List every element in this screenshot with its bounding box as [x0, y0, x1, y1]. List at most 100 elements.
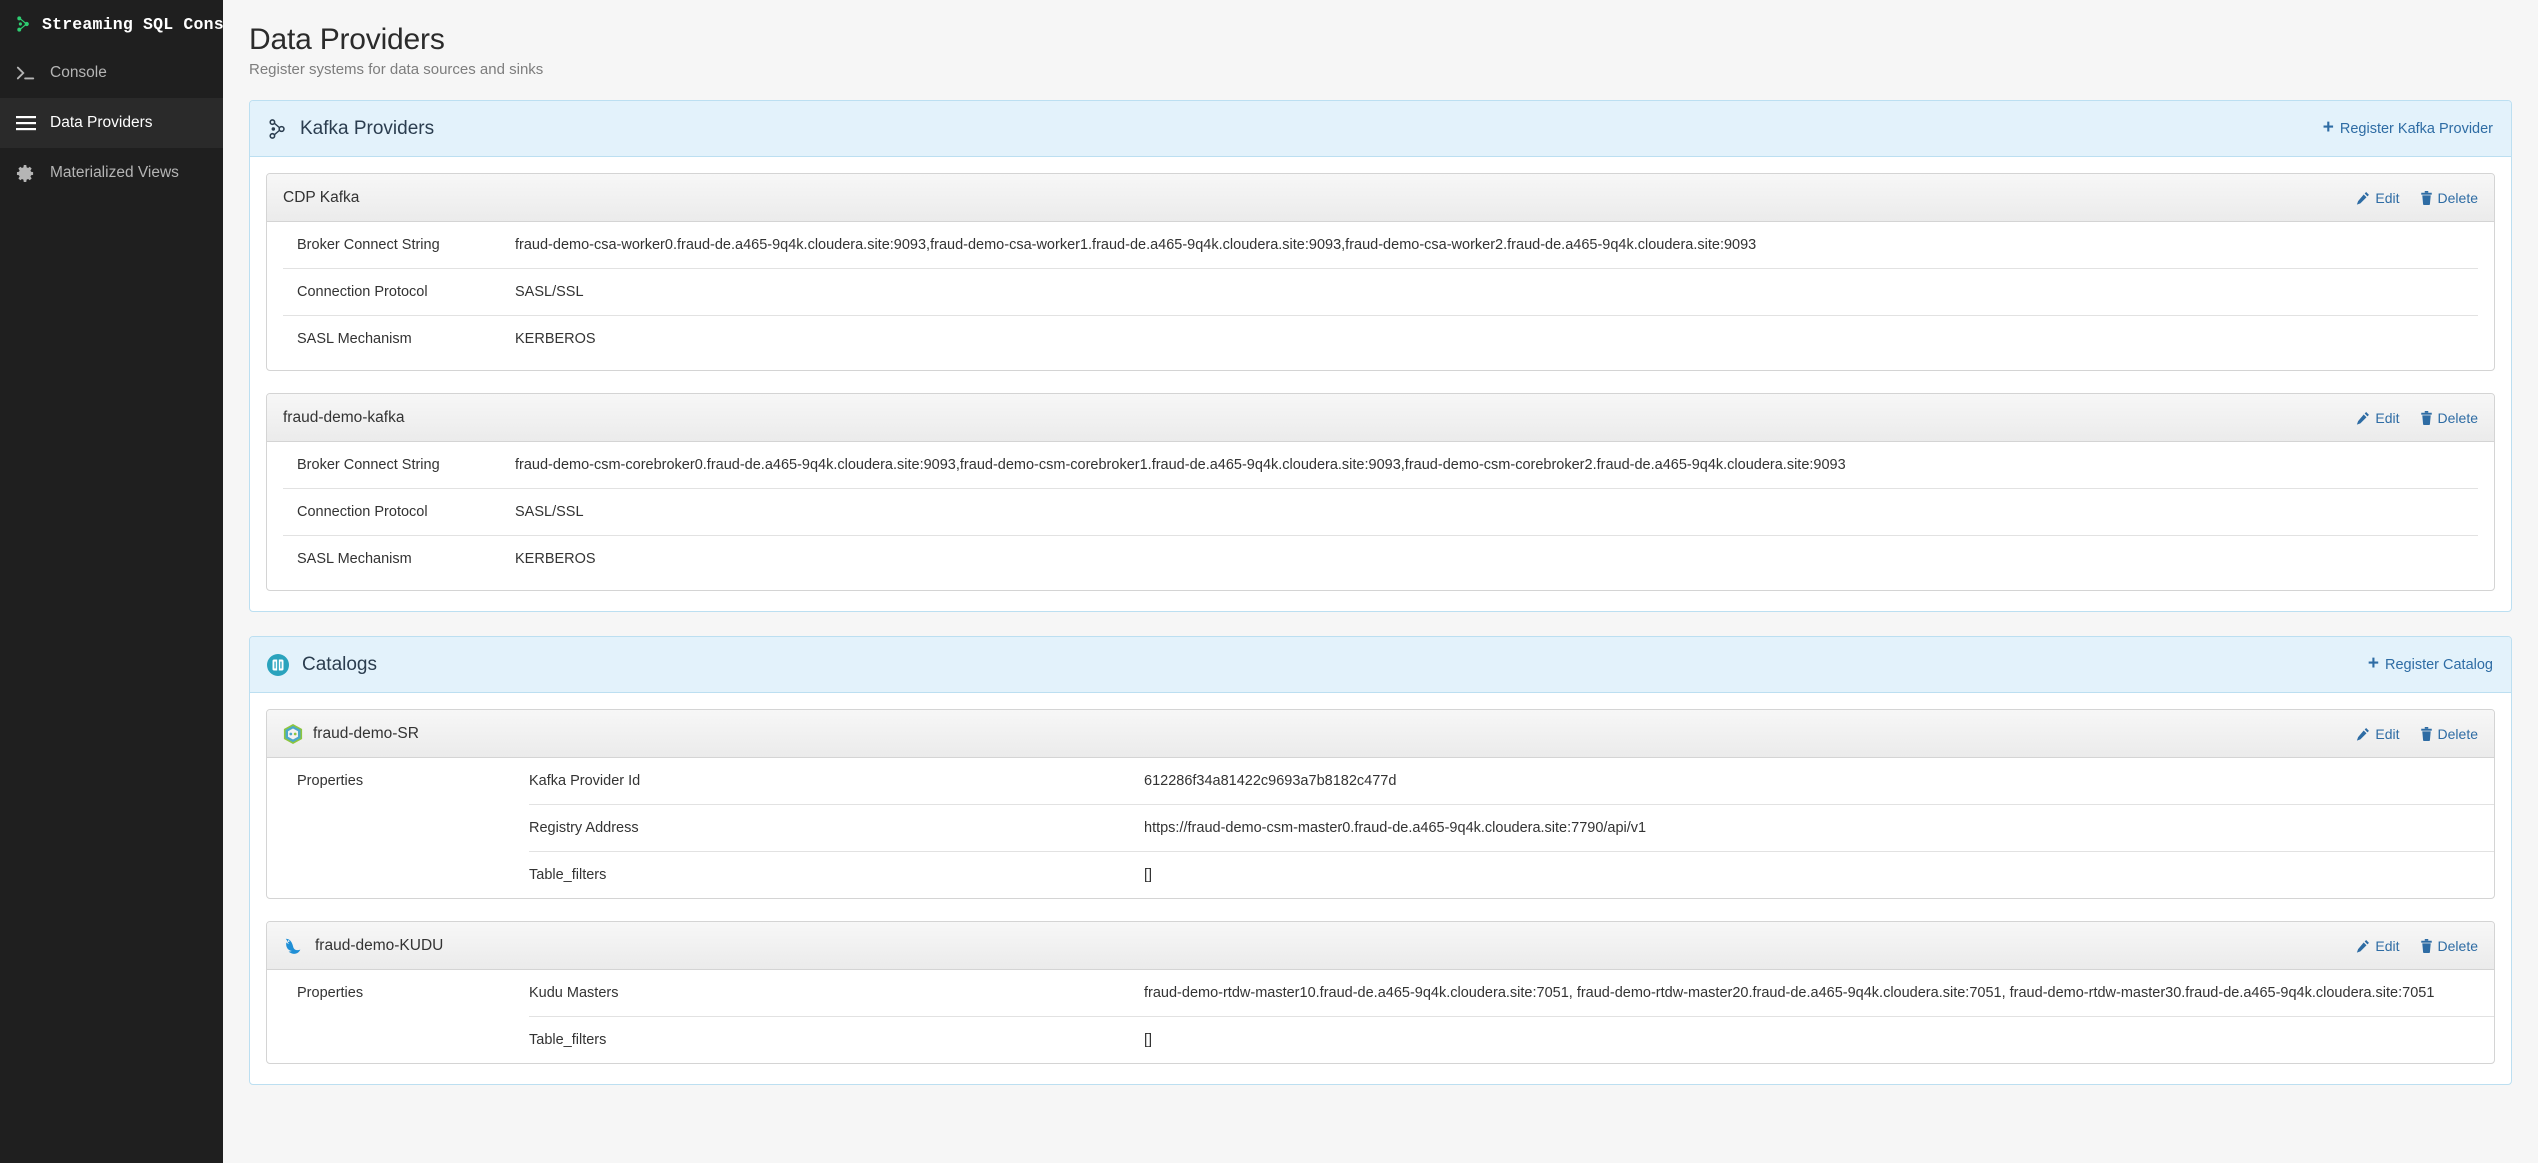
sidebar-item-label: Console: [50, 64, 107, 82]
property-value: fraud-demo-csa-worker0.fraud-de.a465-9q4…: [515, 222, 2478, 269]
property-key: Kafka Provider Id: [529, 758, 1144, 805]
table-row: Table_filters []: [529, 852, 2494, 899]
edit-button[interactable]: Edit: [2356, 938, 2399, 954]
property-key: Registry Address: [529, 805, 1144, 852]
catalog-book-icon: [266, 653, 290, 677]
property-key: SASL Mechanism: [283, 316, 515, 363]
card-title-wrap: fraud-demo-KUDU: [283, 936, 443, 956]
section-title: Kafka Providers: [300, 118, 434, 140]
card-actions: Edit Delete: [2356, 938, 2478, 954]
property-value: SASL/SSL: [515, 489, 2478, 536]
gear-icon: [16, 164, 38, 183]
page-title: Data Providers: [249, 23, 2512, 57]
trash-icon: [2420, 191, 2433, 205]
property-key: Broker Connect String: [283, 442, 515, 489]
trash-icon: [2420, 411, 2433, 425]
card-title: fraud-demo-kafka: [283, 409, 404, 427]
delete-button[interactable]: Delete: [2420, 410, 2478, 426]
card-actions: Edit Delete: [2356, 190, 2478, 206]
property-key: Kudu Masters: [529, 970, 1144, 1017]
edit-button[interactable]: Edit: [2356, 190, 2399, 206]
section-title: Catalogs: [302, 654, 377, 676]
card-header: CDP Kafka Edit: [267, 174, 2494, 222]
provider-card: CDP Kafka Edit: [266, 173, 2495, 371]
catalog-card: fraud-demo-SR Edit: [266, 709, 2495, 899]
trash-icon: [2420, 727, 2433, 741]
delete-button[interactable]: Delete: [2420, 938, 2478, 954]
card-title-wrap: fraud-demo-SR: [283, 723, 419, 745]
plus-icon: +: [2323, 118, 2334, 137]
edit-label: Edit: [2375, 726, 2399, 742]
sidebar-item-materialized-views[interactable]: Materialized Views: [0, 148, 223, 198]
property-key: Table_filters: [529, 1017, 1144, 1064]
table-row: Broker Connect String fraud-demo-csm-cor…: [283, 442, 2478, 489]
main-content: Data Providers Register systems for data…: [223, 0, 2538, 1163]
property-value: []: [1144, 1017, 2494, 1064]
brand[interactable]: Streaming SQL Console: [0, 0, 223, 48]
property-value: https://fraud-demo-csm-master0.fraud-de.…: [1144, 805, 2494, 852]
trash-icon: [2420, 939, 2433, 953]
delete-label: Delete: [2438, 726, 2478, 742]
card-body: Broker Connect String fraud-demo-csm-cor…: [267, 442, 2494, 590]
kafka-logo-icon: [14, 15, 32, 33]
pencil-icon: [2356, 939, 2370, 953]
sidebar: Streaming SQL Console Console Data Provi…: [0, 0, 223, 1163]
register-kafka-provider-label: Register Kafka Provider: [2340, 121, 2493, 137]
card-header: fraud-demo-kafka Edit: [267, 394, 2494, 442]
register-catalog-label: Register Catalog: [2385, 657, 2493, 673]
edit-button[interactable]: Edit: [2356, 726, 2399, 742]
register-kafka-provider-button[interactable]: + Register Kafka Provider: [2323, 119, 2493, 138]
edit-label: Edit: [2375, 938, 2399, 954]
properties-table: Broker Connect String fraud-demo-csm-cor…: [283, 442, 2478, 582]
properties-table: Kudu Masters fraud-demo-rtdw-master10.fr…: [529, 970, 2494, 1063]
card-actions: Edit Delete: [2356, 410, 2478, 426]
properties-group-label: Properties: [283, 970, 529, 1063]
pencil-icon: [2356, 727, 2370, 741]
property-key: Connection Protocol: [283, 269, 515, 316]
card-actions: Edit Delete: [2356, 726, 2478, 742]
card-body: Broker Connect String fraud-demo-csa-wor…: [267, 222, 2494, 370]
edit-label: Edit: [2375, 410, 2399, 426]
edit-label: Edit: [2375, 190, 2399, 206]
page-subtitle: Register systems for data sources and si…: [249, 61, 2512, 78]
kafka-logo-icon: [266, 118, 288, 140]
card-header: fraud-demo-KUDU Edit: [267, 922, 2494, 970]
property-key: Broker Connect String: [283, 222, 515, 269]
edit-button[interactable]: Edit: [2356, 410, 2399, 426]
delete-button[interactable]: Delete: [2420, 190, 2478, 206]
delete-label: Delete: [2438, 410, 2478, 426]
terminal-prompt-icon: [16, 65, 38, 81]
delete-button[interactable]: Delete: [2420, 726, 2478, 742]
table-row: Kafka Provider Id 612286f34a81422c9693a7…: [529, 758, 2494, 805]
property-value: KERBEROS: [515, 316, 2478, 363]
table-row: SASL Mechanism KERBEROS: [283, 316, 2478, 363]
table-row: Registry Address https://fraud-demo-csm-…: [529, 805, 2494, 852]
table-row: SASL Mechanism KERBEROS: [283, 536, 2478, 583]
section-header: Catalogs + Register Catalog: [250, 637, 2511, 693]
delete-label: Delete: [2438, 190, 2478, 206]
property-value: fraud-demo-csm-corebroker0.fraud-de.a465…: [515, 442, 2478, 489]
sidebar-item-label: Data Providers: [50, 114, 153, 132]
sidebar-item-console[interactable]: Console: [0, 48, 223, 98]
card-body: Properties Kudu Masters fraud-demo-rtdw-…: [267, 970, 2494, 1063]
register-catalog-button[interactable]: + Register Catalog: [2368, 655, 2493, 674]
section-header: Kafka Providers + Register Kafka Provide…: [250, 101, 2511, 157]
card-title: fraud-demo-KUDU: [315, 937, 443, 955]
table-row: Broker Connect String fraud-demo-csa-wor…: [283, 222, 2478, 269]
table-row: Connection Protocol SASL/SSL: [283, 269, 2478, 316]
sidebar-item-data-providers[interactable]: Data Providers: [0, 98, 223, 148]
table-row: Connection Protocol SASL/SSL: [283, 489, 2478, 536]
section-body: CDP Kafka Edit: [250, 157, 2511, 611]
hamburger-list-icon: [16, 115, 38, 131]
properties-table: Kafka Provider Id 612286f34a81422c9693a7…: [529, 758, 2494, 898]
section-catalogs: Catalogs + Register Catalog: [249, 636, 2512, 1085]
section-kafka-providers: Kafka Providers + Register Kafka Provide…: [249, 100, 2512, 612]
provider-card: fraud-demo-kafka Edit: [266, 393, 2495, 591]
table-row: Table_filters []: [529, 1017, 2494, 1064]
property-value: fraud-demo-rtdw-master10.fraud-de.a465-9…: [1144, 970, 2494, 1017]
property-value: KERBEROS: [515, 536, 2478, 583]
property-value: []: [1144, 852, 2494, 899]
table-row: Kudu Masters fraud-demo-rtdw-master10.fr…: [529, 970, 2494, 1017]
kudu-logo-icon: [283, 936, 305, 956]
property-value: 612286f34a81422c9693a7b8182c477d: [1144, 758, 2494, 805]
